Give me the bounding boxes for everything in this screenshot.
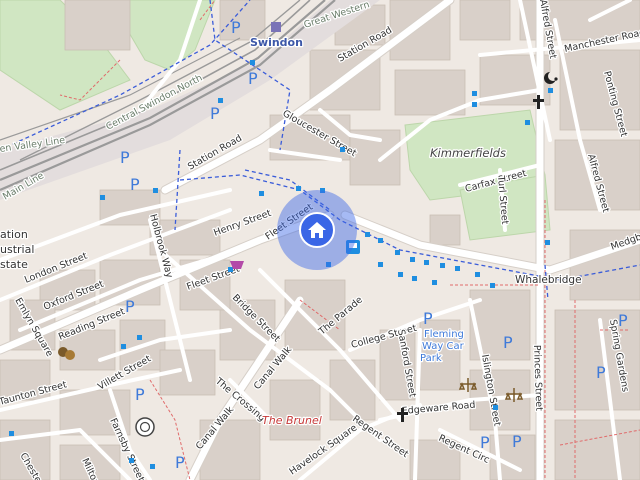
bus-stop-icon xyxy=(150,464,155,469)
bus-stop-icon xyxy=(432,280,437,285)
princes-street-label: Princes Street xyxy=(531,345,544,412)
the-brunel-label: The Brunel xyxy=(262,414,322,427)
whalebridge-label: Whalebridge xyxy=(515,274,582,286)
bus-stop-icon xyxy=(121,344,126,349)
bus-stop-icon xyxy=(490,283,495,288)
parking-icon: P xyxy=(231,18,241,37)
svg-text:state: state xyxy=(0,258,28,271)
bus-stop-icon xyxy=(548,88,553,93)
bus-stop-icon xyxy=(525,120,530,125)
bus-stop-icon xyxy=(472,91,477,96)
car-park-line-3: Park xyxy=(420,353,442,364)
bus-stop-icon xyxy=(340,147,345,152)
bus-stop-icon xyxy=(218,98,223,103)
bus-stop-icon xyxy=(365,232,370,237)
parking-icon: P xyxy=(125,297,135,316)
railway-station-icon[interactable] xyxy=(271,22,281,32)
bus-stop-icon xyxy=(455,266,460,271)
parking-icon: P xyxy=(120,148,130,167)
parking-icon: P xyxy=(503,333,513,352)
svg-text:ustrial: ustrial xyxy=(0,243,34,256)
bus-stop-icon xyxy=(228,267,233,272)
svg-text:ation: ation xyxy=(0,228,28,241)
bus-stop-icon xyxy=(259,191,264,196)
bus-stop-icon xyxy=(545,240,550,245)
bus-stop-icon xyxy=(9,431,14,436)
bus-stop-icon xyxy=(378,262,383,267)
car-park-line-2: Way Car xyxy=(422,341,465,352)
parking-icon: P xyxy=(618,311,628,330)
bus-stop-icon xyxy=(493,405,498,410)
roundabout-icon[interactable] xyxy=(135,417,155,437)
station-label: Swindon xyxy=(250,36,303,49)
bus-stop-icon xyxy=(378,238,383,243)
parking-icon: P xyxy=(423,309,433,328)
parking-icon: P xyxy=(135,385,145,404)
bus-stop-icon xyxy=(440,263,445,268)
kimmerfields-label: Kimmerfields xyxy=(430,146,506,160)
bus-stop-icon xyxy=(296,186,301,191)
bus-stop-icon xyxy=(472,102,477,107)
parking-icon: P xyxy=(512,432,522,451)
parking-icon: P xyxy=(130,175,140,194)
parking-icon: P xyxy=(596,363,606,382)
bus-stop-icon xyxy=(424,260,429,265)
location-marker[interactable] xyxy=(277,190,357,270)
bus-stop-icon xyxy=(129,458,134,463)
bus-stop-icon xyxy=(100,195,105,200)
map-svg[interactable]: Central Swindon North Great Western en V… xyxy=(0,0,640,480)
bus-stop-icon xyxy=(395,250,400,255)
car-park-line-1: Fleming xyxy=(424,329,464,340)
bus-stop-icon xyxy=(412,276,417,281)
bus-stop-icon xyxy=(153,188,158,193)
parking-icon: P xyxy=(175,453,185,472)
parking-icon: P xyxy=(248,69,258,88)
bus-stop-icon xyxy=(410,257,415,262)
bus-stop-icon xyxy=(137,335,142,340)
bus-stop-icon xyxy=(475,272,480,277)
parking-icon: P xyxy=(210,104,220,123)
parking-icon: P xyxy=(480,433,490,452)
bus-stop-icon xyxy=(398,272,403,277)
map-canvas[interactable]: Central Swindon North Great Western en V… xyxy=(0,0,640,480)
bus-stop-icon xyxy=(250,60,255,65)
